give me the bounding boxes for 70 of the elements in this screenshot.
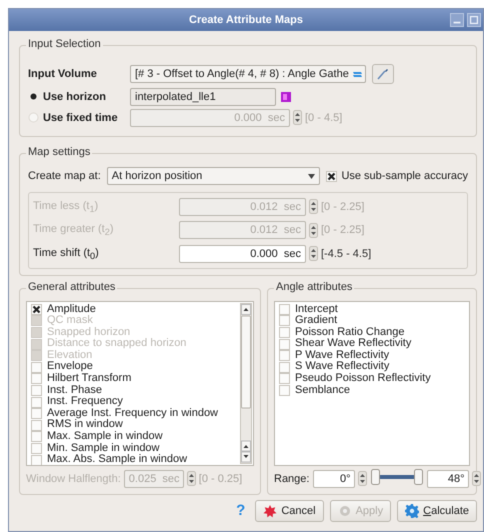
item-label: Gradient xyxy=(295,315,338,327)
spin-arrows-icon[interactable] xyxy=(309,222,318,238)
cancel-button[interactable]: Cancel xyxy=(255,500,324,522)
field-label: Create map at: xyxy=(28,170,101,182)
horizon-field[interactable]: interpolated_lle1 xyxy=(130,88,276,106)
group-title: General attributes xyxy=(26,280,118,292)
item-label: P Wave Reflectivity xyxy=(295,350,390,361)
range-text: [0 - 0.25] xyxy=(198,472,242,484)
item-label: Max. Sample in window xyxy=(47,431,163,443)
checkbox[interactable] xyxy=(31,304,42,315)
field-label: Time greater (t$_{2}$) xyxy=(33,223,114,238)
horizon-icon[interactable] xyxy=(280,90,292,102)
option-label: Use horizon xyxy=(43,90,107,102)
spin-field[interactable]: 0° xyxy=(313,470,356,488)
group-title: Input Selection xyxy=(26,38,103,50)
item-label: Hilbert Transform xyxy=(47,373,132,385)
item-label: Poisson Ratio Change xyxy=(295,326,404,338)
field-label: Time less (t$_{1}$) xyxy=(33,200,100,214)
spin-arrows-icon[interactable] xyxy=(309,199,318,214)
spin-arrows-icon[interactable] xyxy=(472,471,482,486)
range-text: [0 - 2.25] xyxy=(321,224,364,236)
item-label: QC mask xyxy=(47,315,93,327)
volume-field[interactable]: [# 3 - Offset to Angle(# 4, # 8) : Angle Gathe xyxy=(130,65,366,83)
item-label: Snapped horizon xyxy=(47,326,130,338)
cancel-icon xyxy=(263,504,278,518)
range-text: [-4.5 - 4.5] xyxy=(321,248,372,260)
field-label: Window Halflength: xyxy=(26,472,121,484)
item-label: Max. Abs. Sample in window xyxy=(47,454,188,464)
checkbox-label: Use sub-sample accuracy xyxy=(341,170,468,182)
checkbox[interactable] xyxy=(326,170,338,182)
item-label: Pseudo Poisson Reflectivity xyxy=(295,373,431,385)
item-label: Average Inst. Frequency in window xyxy=(47,408,218,419)
spin-arrows-icon[interactable] xyxy=(358,471,368,486)
range-text: [0 - 2.25] xyxy=(321,200,364,213)
item-label: Intercept xyxy=(295,304,338,315)
item-label: Inst. Frequency xyxy=(47,396,123,408)
field-label: Time shift (t$_{0}$) xyxy=(33,246,100,261)
group-title: Map settings xyxy=(26,146,92,158)
spin-arrows-icon[interactable] xyxy=(309,246,318,262)
field-label: Input Volume xyxy=(28,68,98,80)
option-label: Use fixed time xyxy=(43,112,119,124)
spin-arrows-icon[interactable] xyxy=(186,471,196,486)
radio-button[interactable] xyxy=(28,91,39,102)
scrollbar[interactable] xyxy=(240,302,252,464)
item-label: Amplitude xyxy=(47,304,96,315)
spin-field[interactable]: 0.000 sec xyxy=(179,244,306,263)
minimize-icon[interactable] xyxy=(450,13,464,27)
item-label: Distance to snapped horizon xyxy=(47,338,186,350)
item-label: Semblance xyxy=(295,384,350,396)
gear-icon xyxy=(405,504,420,518)
item-label: Shear Wave Reflectivity xyxy=(295,338,412,350)
spin-field[interactable]: 48° xyxy=(427,470,470,488)
range-text: [0 - 4.5] xyxy=(305,112,342,124)
item-label: RMS in window xyxy=(47,419,123,431)
group-title: Angle attributes xyxy=(274,280,354,292)
dropdown-arrow-icon xyxy=(308,174,316,178)
dropdown[interactable]: At horizon position xyxy=(106,167,320,185)
item-label: S Wave Reflectivity xyxy=(295,361,390,373)
maximize-icon[interactable] xyxy=(467,13,481,27)
calculate-button[interactable]: Calculate xyxy=(397,500,477,522)
window-title: Create Attribute Maps xyxy=(189,14,303,26)
spin-arrows-icon[interactable] xyxy=(293,110,302,125)
item-label: Elevation xyxy=(47,350,92,361)
item-label: Envelope xyxy=(47,361,93,373)
gear-icon xyxy=(338,504,352,518)
pipette-button[interactable] xyxy=(372,64,394,84)
item-label: Inst. Phase xyxy=(47,384,102,396)
pipette-icon xyxy=(376,67,390,81)
field-label: Range: xyxy=(274,472,310,484)
item-label: Min. Sample in window xyxy=(47,442,160,454)
